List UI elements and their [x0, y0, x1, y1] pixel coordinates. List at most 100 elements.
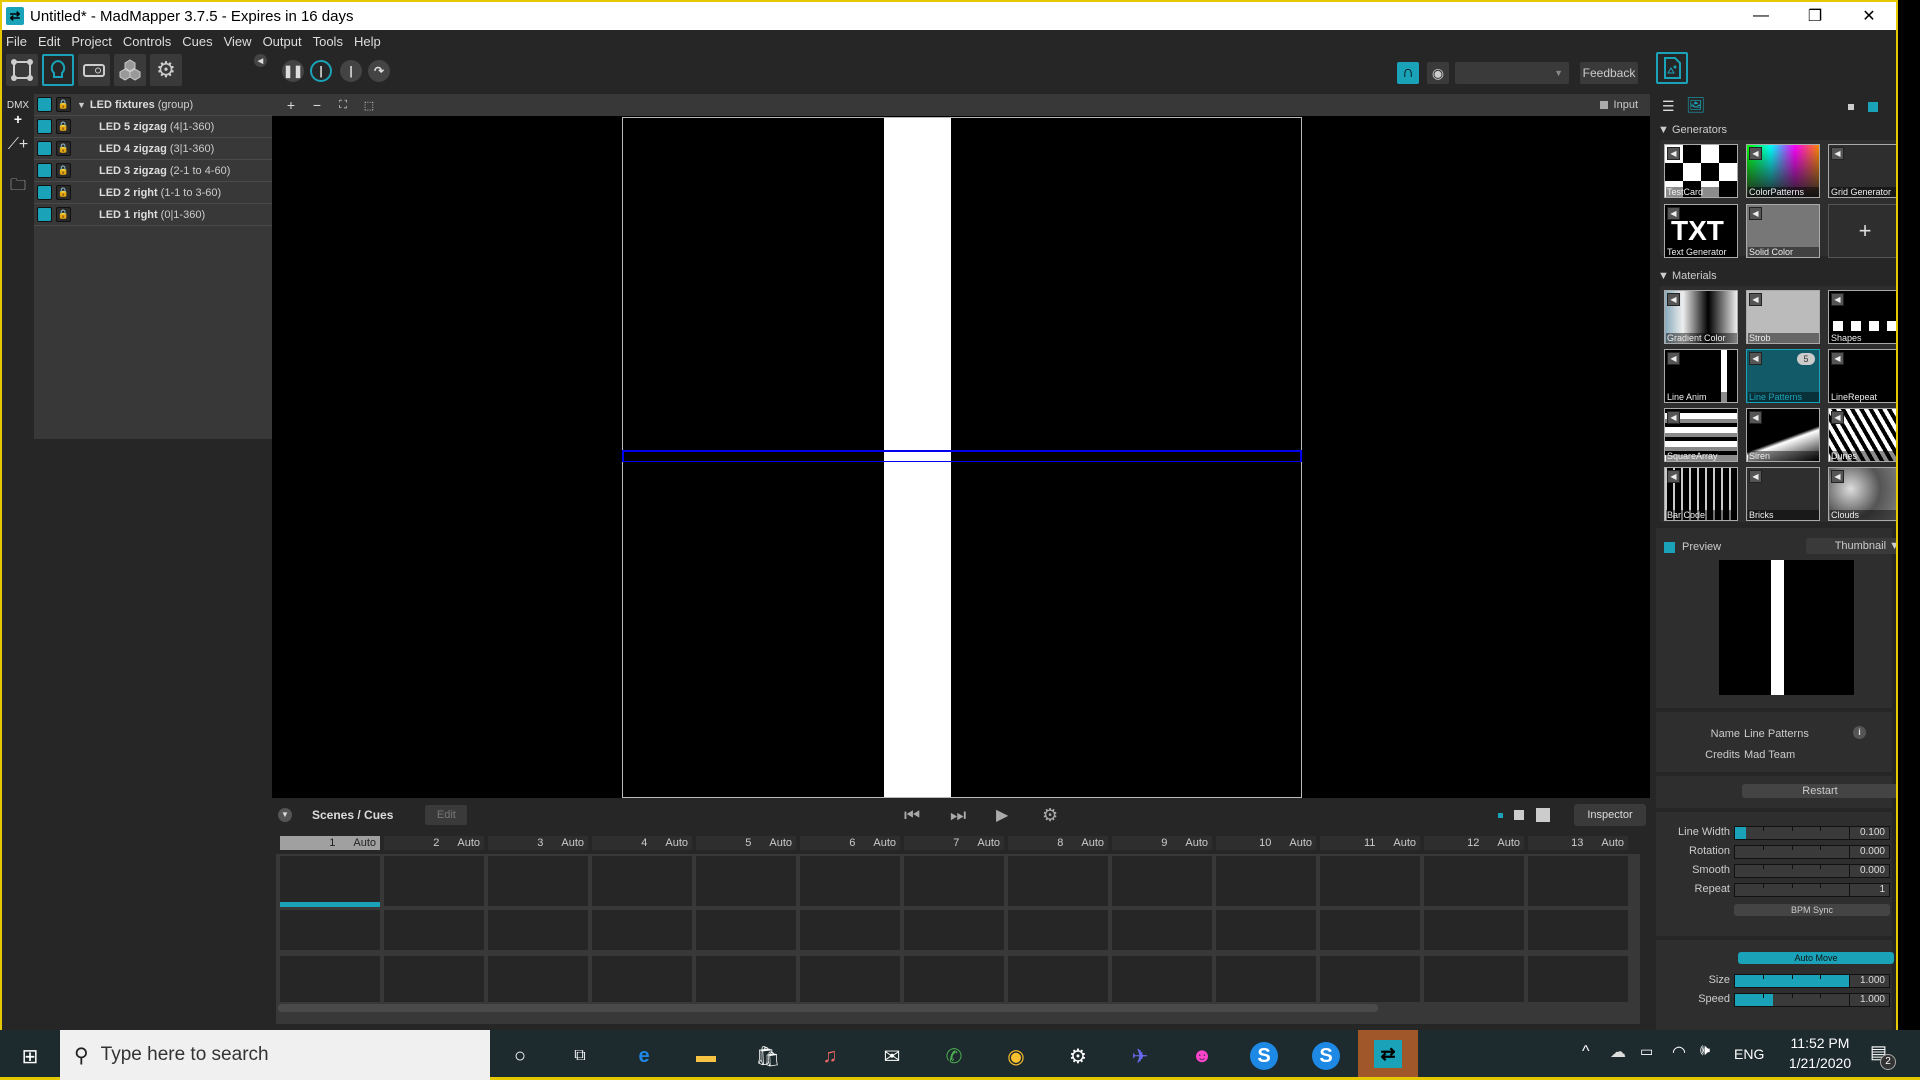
edge-button[interactable]: e — [630, 1042, 658, 1070]
play-preview-icon[interactable]: ◀ — [1749, 293, 1762, 306]
material-squarearray[interactable]: ◀ SquareArray — [1664, 408, 1738, 462]
play-preview-icon[interactable]: ◀ — [1667, 470, 1680, 483]
generator-testcard[interactable]: ◀ TestCard — [1664, 144, 1738, 198]
start-button[interactable]: ⊞ — [16, 1042, 44, 1070]
generator-colorpatterns[interactable]: ◀ ColorPatterns — [1746, 144, 1820, 198]
selection-frame-button[interactable]: ⬚ — [362, 99, 376, 112]
next-cue-button[interactable]: ⏭ — [950, 805, 966, 826]
cue-slot[interactable] — [1424, 910, 1524, 950]
cue-slot[interactable] — [1112, 856, 1212, 906]
param-slider[interactable]: 0.000 — [1734, 864, 1890, 878]
size-small-toggle[interactable] — [1498, 812, 1503, 818]
visibility-checkbox[interactable] — [37, 141, 52, 156]
materials-header[interactable]: ▼ Materials — [1658, 270, 1717, 282]
param-value-field[interactable]: 1 — [1849, 884, 1889, 896]
cue-slot[interactable] — [488, 856, 588, 906]
cortana-button[interactable]: ○ — [506, 1042, 534, 1070]
cue-header[interactable]: 13 Auto — [1528, 836, 1628, 850]
fixture-row[interactable]: 🔒 LED 4 zigzag (3|1-360) — [34, 138, 272, 160]
led-mode-button[interactable] — [42, 54, 74, 86]
cue-slot[interactable] — [1008, 956, 1108, 1002]
visibility-button[interactable]: ◉ — [1427, 62, 1449, 84]
visibility-checkbox[interactable] — [37, 97, 52, 112]
play-preview-icon[interactable]: ◀ — [1749, 147, 1762, 160]
param-value-field[interactable]: 0.000 — [1849, 846, 1889, 858]
cue-slot[interactable] — [280, 856, 380, 906]
horizontal-scrollbar[interactable] — [278, 1004, 1378, 1012]
cue-settings-button[interactable]: ⚙ — [1042, 805, 1058, 826]
selected-fixture-outline[interactable] — [622, 450, 1302, 462]
add-line-fixture-button[interactable]: ⟋+ — [6, 136, 30, 160]
material-bar-code[interactable]: ◀ Bar Code — [1664, 467, 1738, 521]
play-preview-icon[interactable]: ◀ — [1667, 352, 1680, 365]
document-media-button[interactable] — [1656, 52, 1688, 84]
battery-icon[interactable]: ▭ — [1640, 1043, 1653, 1060]
fixture-row[interactable]: 🔒 LED 3 zigzag (2-1 to 4-60) — [34, 160, 272, 182]
cue-header[interactable]: 12 Auto — [1424, 836, 1524, 850]
cue-header[interactable]: 10 Auto — [1216, 836, 1316, 850]
play-preview-icon[interactable]: ◀ — [1667, 147, 1680, 160]
minimize-button[interactable]: — — [1734, 2, 1788, 30]
app-bird-button[interactable]: ✈ — [1126, 1042, 1154, 1070]
cue-slot[interactable] — [904, 910, 1004, 950]
visibility-checkbox[interactable] — [37, 163, 52, 178]
material-dunes[interactable]: ◀ Dunes — [1828, 408, 1896, 462]
cue-slot[interactable] — [800, 956, 900, 1002]
play-preview-icon[interactable]: ◀ — [1831, 293, 1844, 306]
cue-header[interactable]: 7 Auto — [904, 836, 1004, 850]
cue-header[interactable]: 2 Auto — [384, 836, 484, 850]
material-linerepeat[interactable]: ◀ LineRepeat — [1828, 349, 1896, 403]
cue-slot[interactable] — [488, 910, 588, 950]
generators-header[interactable]: ▼ Generators — [1658, 124, 1727, 136]
store-button[interactable]: 🛍 — [754, 1042, 782, 1070]
cue-slot[interactable] — [384, 856, 484, 906]
3d-mode-button[interactable] — [114, 54, 146, 86]
mail-button[interactable]: ✉ — [878, 1042, 906, 1070]
menu-file[interactable]: File — [6, 34, 27, 49]
cue-header[interactable]: 3 Auto — [488, 836, 588, 850]
play-preview-icon[interactable]: ◀ — [1749, 470, 1762, 483]
cue-slot[interactable] — [1112, 910, 1212, 950]
fixture-row[interactable]: 🔒 LED 1 right (0|1-360) — [34, 204, 272, 226]
cue-slot[interactable] — [696, 956, 796, 1002]
skype-business-button[interactable]: S — [1312, 1042, 1340, 1070]
play-preview-icon[interactable]: ◀ — [1749, 352, 1762, 365]
fixture-group-row[interactable]: 🔒 ▼ LED fixtures (group) — [34, 94, 272, 116]
cue-slot[interactable] — [384, 956, 484, 1002]
zoom-out-button[interactable]: − — [310, 97, 324, 113]
generator-solid-color[interactable]: ◀ Solid Color — [1746, 204, 1820, 258]
cue-header[interactable]: 9 Auto — [1112, 836, 1212, 850]
cue-slot[interactable] — [592, 856, 692, 906]
task-view-button[interactable]: ⧉ — [566, 1042, 594, 1070]
collapse-left-button[interactable]: ◀ — [254, 54, 267, 67]
collapse-scenes-button[interactable]: ▼ — [278, 808, 292, 822]
inspector-button[interactable]: Inspector — [1574, 804, 1646, 826]
menu-output[interactable]: Output — [263, 34, 302, 49]
onedrive-icon[interactable]: ☁ — [1610, 1042, 1626, 1062]
language-indicator[interactable]: ENG — [1734, 1046, 1764, 1062]
loop-button[interactable]: ↷ — [368, 60, 390, 82]
cue-slot[interactable] — [1528, 856, 1628, 906]
magnet-button[interactable]: ∩ — [1397, 62, 1419, 84]
expand-triangle-icon[interactable]: ▼ — [77, 100, 86, 110]
surface-mode-button[interactable] — [6, 54, 38, 86]
add-generator-button[interactable]: + — [1828, 204, 1896, 258]
visibility-checkbox[interactable] — [37, 119, 52, 134]
cue-header[interactable]: 8 Auto — [1008, 836, 1108, 850]
menu-edit[interactable]: Edit — [38, 34, 60, 49]
cue-header[interactable]: 4 Auto — [592, 836, 692, 850]
cue-slot[interactable] — [696, 910, 796, 950]
preview-mode-dropdown[interactable]: Thumbnail ▼ — [1806, 538, 1896, 554]
fixture-row[interactable]: 🔒 LED 2 right (1-1 to 3-60) — [34, 182, 272, 204]
material-shapes[interactable]: ◀ Shapes — [1828, 290, 1896, 344]
fit-view-button[interactable]: ⛶ — [336, 99, 350, 112]
whatsapp-button[interactable]: ✆ — [940, 1042, 968, 1070]
lock-icon[interactable]: 🔒 — [56, 207, 71, 222]
size-large-toggle[interactable] — [1536, 808, 1550, 822]
thumb-small-toggle[interactable] — [1848, 104, 1854, 110]
material-clouds[interactable]: ◀ Clouds — [1828, 467, 1896, 521]
cue-slot[interactable] — [1008, 856, 1108, 906]
lock-icon[interactable]: 🔒 — [56, 163, 71, 178]
pause-button[interactable]: ❚❚ — [282, 60, 304, 82]
cue-slot[interactable] — [1528, 910, 1628, 950]
